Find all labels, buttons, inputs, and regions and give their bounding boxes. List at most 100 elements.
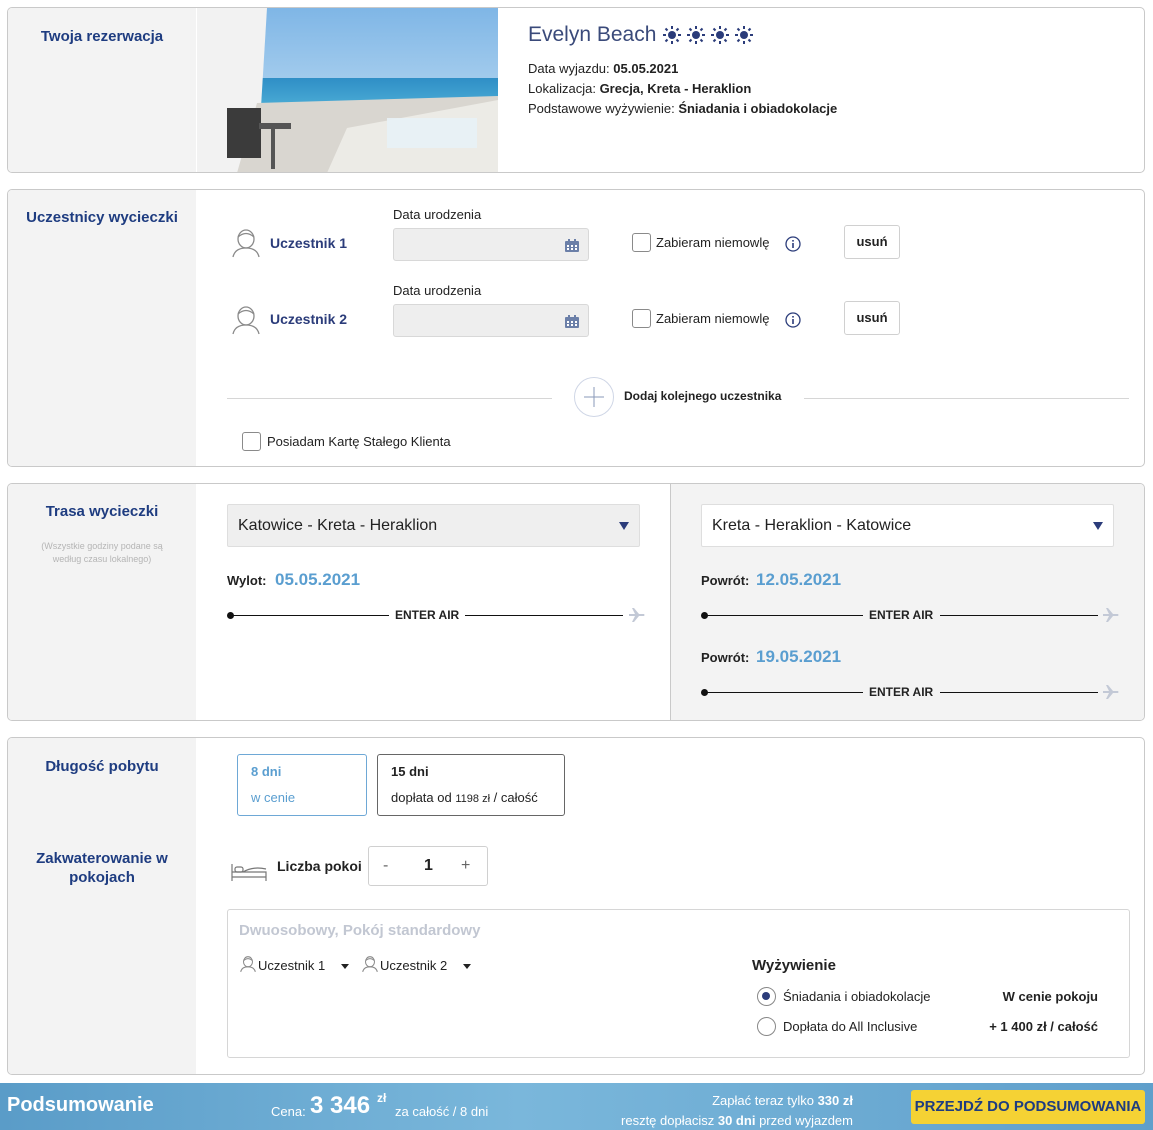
flight-line [230, 615, 389, 616]
hotel-photo [197, 8, 498, 172]
infant-checkbox[interactable] [632, 233, 651, 252]
meal-title: Wyżywienie [752, 957, 836, 974]
go-to-summary-button[interactable]: PRZEJDŹ DO PODSUMOWANIA [911, 1090, 1145, 1124]
remove-participant-button[interactable]: usuń [844, 225, 900, 259]
calendar-icon[interactable] [565, 239, 579, 252]
duration-price: dopłata od 1198 zł / całość [391, 790, 538, 805]
summary-bar: Podsumowanie Cena: 3 346 zł za całość / … [0, 1083, 1153, 1130]
outbound-route-select[interactable]: Katowice - Kreta - Heraklion [227, 504, 640, 547]
departure-date: Data wyjazdu: 05.05.2021 [528, 61, 679, 76]
flight-line [940, 692, 1098, 693]
person-icon [240, 956, 256, 973]
accommodation-section-title: Zakwaterowanie w pokojach [36, 850, 168, 886]
flight-line [940, 615, 1098, 616]
meal-option-price: W cenie pokoju [1002, 989, 1098, 1004]
infant-label: Zabieram niemowlę [656, 311, 770, 326]
flight-line [704, 615, 863, 616]
duration-days: 8 dni [251, 764, 282, 779]
info-icon[interactable] [785, 312, 801, 328]
bed-icon [231, 864, 267, 881]
dob-label: Data urodzenia [393, 283, 482, 298]
summary-title: Podsumowanie [7, 1094, 154, 1116]
dob-label: Data urodzenia [393, 207, 482, 222]
person-icon [232, 229, 260, 258]
participants-section-title: Uczestnicy wycieczki [26, 209, 178, 226]
outbound-label: Wylot: [227, 573, 267, 588]
duration-option-15[interactable]: 15 dni dopłata od 1198 zł / całość [377, 754, 565, 816]
route-section-title: Trasa wycieczki [45, 503, 159, 520]
hotel-name: Evelyn Beach [528, 23, 657, 46]
info-icon[interactable] [785, 236, 801, 252]
plane-icon [1103, 608, 1119, 622]
room-participant[interactable]: Uczestnik 2 [380, 958, 447, 973]
meal-radio-all-inclusive[interactable] [757, 1017, 776, 1036]
duration-days: 15 dni [391, 764, 429, 779]
chevron-down-icon[interactable] [341, 964, 349, 969]
return-date[interactable]: 12.05.2021 [756, 570, 841, 590]
reservation-section-title: Twoja rezerwacja [40, 28, 164, 45]
increment-button[interactable]: + [461, 847, 470, 885]
flight-line [465, 615, 623, 616]
participant-name: Uczestnik 2 [270, 311, 348, 327]
price-label: Cena: [271, 1104, 306, 1119]
duration-option-8[interactable]: 8 dni w cenie [237, 754, 367, 816]
price-currency: zł [377, 1091, 387, 1105]
meal-radio-breakfast-dinner[interactable] [757, 987, 776, 1006]
carrier-name: ENTER AIR [869, 685, 934, 699]
rooms-label: Liczba pokoi [277, 858, 362, 874]
infant-label: Zabieram niemowlę [656, 235, 770, 250]
rooms-value: 1 [424, 857, 433, 874]
add-participant-button[interactable] [574, 377, 614, 417]
duration-price: w cenie [251, 790, 296, 805]
dropdown-caret-icon [1093, 522, 1103, 530]
duration-section-title: Długość pobytu [45, 758, 159, 775]
board-basis: Podstawowe wyżywienie: Śniadania i obiad… [528, 101, 838, 116]
participant-name: Uczestnik 1 [270, 235, 348, 251]
rooms-stepper: - 1 + [368, 846, 488, 886]
calendar-icon[interactable] [565, 315, 579, 328]
dob-input[interactable] [393, 228, 589, 261]
route-panel: Trasa wycieczki (Wszystkie godziny podan… [7, 483, 1145, 721]
room-type-title: Dwuosobowy, Pokój standardowy [239, 922, 481, 939]
sun-icon [663, 26, 682, 44]
stay-panel: Długość pobytu 8 dni w cenie 15 dni dopł… [7, 737, 1145, 1075]
outbound-date: 05.05.2021 [275, 570, 361, 589]
meal-option-price: + 1 400 zł / całość [989, 1019, 1098, 1034]
remove-participant-button[interactable]: usuń [844, 301, 900, 335]
plane-icon [1103, 685, 1119, 699]
room-participant[interactable]: Uczestnik 1 [258, 958, 325, 973]
dob-input[interactable] [393, 304, 589, 337]
carrier-name: ENTER AIR [869, 608, 934, 622]
return-label: Powrót: [701, 573, 750, 588]
reservation-panel: Twoja rezerwacja Evelyn Beach Data wyjaz… [7, 7, 1145, 173]
timezone-note: (Wszystkie godziny podane są według czas… [41, 541, 163, 564]
carrier-name: ENTER AIR [395, 608, 460, 622]
dropdown-caret-icon [619, 522, 629, 530]
room-card: Dwuosobowy, Pokój standardowy Uczestnik … [227, 909, 1130, 1058]
add-participant-label[interactable]: Dodaj kolejnego uczestnika [624, 389, 781, 403]
return-route-select[interactable]: Kreta - Heraklion - Katowice [701, 504, 1114, 547]
total-price: 3 346 [310, 1092, 371, 1119]
divider [227, 398, 552, 399]
participants-side [8, 190, 196, 466]
person-icon [232, 306, 260, 335]
sun-icon [735, 26, 754, 44]
loyalty-card-checkbox[interactable] [242, 432, 261, 451]
location: Lokalizacja: Grecja, Kreta - Heraklion [528, 81, 752, 96]
sun-icon [711, 26, 730, 44]
participants-panel: Uczestnicy wycieczki Uczestnik 1 Data ur… [7, 189, 1145, 467]
return-date[interactable]: 19.05.2021 [756, 647, 841, 667]
meal-option-label: Śniadania i obiadokolacje [783, 989, 931, 1004]
divider [804, 398, 1129, 399]
meal-option-label: Dopłata do All Inclusive [783, 1019, 918, 1034]
price-scope: za całość / 8 dni [395, 1104, 489, 1119]
plus-icon [584, 387, 604, 407]
hotel-rating [662, 25, 754, 45]
return-label: Powrót: [701, 650, 750, 665]
infant-checkbox[interactable] [632, 309, 651, 328]
loyalty-card-label: Posiadam Kartę Stałego Klienta [267, 434, 451, 449]
hotel-title: Evelyn Beach [528, 23, 754, 47]
sun-icon [687, 26, 706, 44]
decrement-button[interactable]: - [383, 847, 388, 885]
chevron-down-icon[interactable] [463, 964, 471, 969]
